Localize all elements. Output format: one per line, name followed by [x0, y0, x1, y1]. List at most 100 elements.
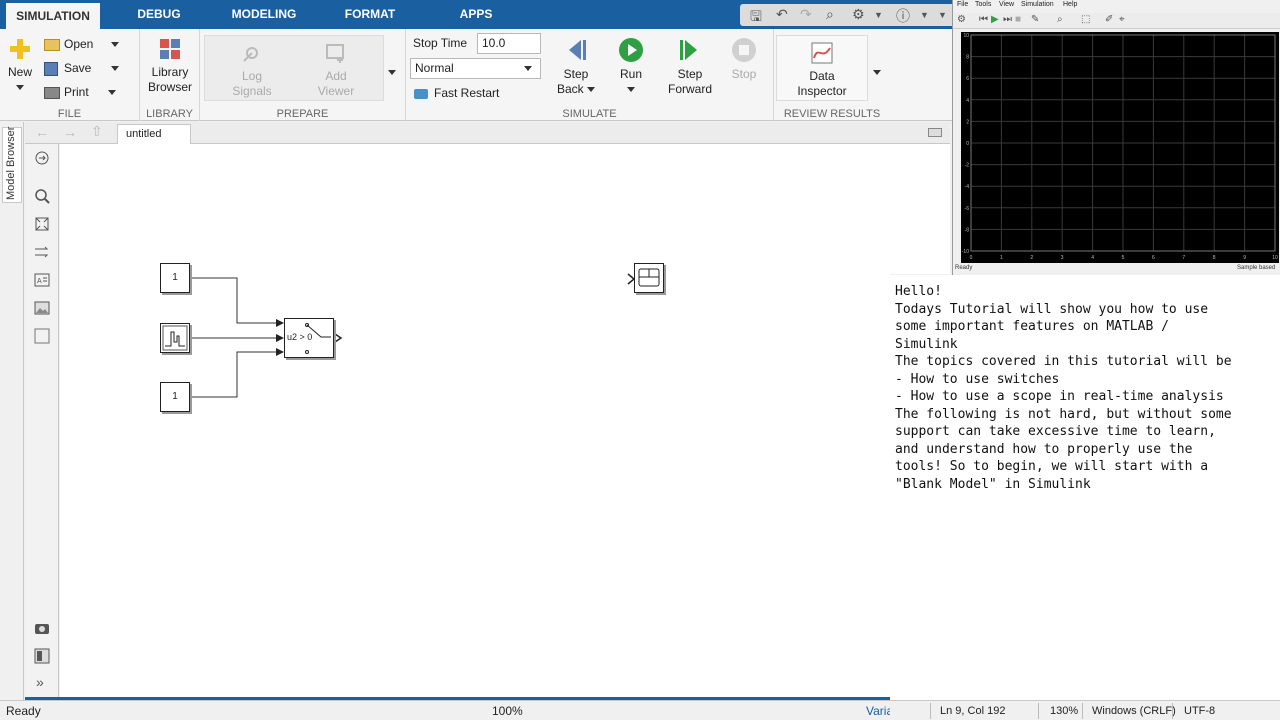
scope-x-tick: 10 [1272, 255, 1278, 261]
property-inspector-icon[interactable] [34, 648, 50, 664]
tab-modeling[interactable]: MODELING [226, 0, 302, 29]
expand-palette-icon[interactable]: » [36, 674, 44, 690]
scope-y-tick: -2 [965, 163, 970, 169]
settings-icon[interactable]: ⚙ [957, 14, 966, 25]
area-icon[interactable] [34, 328, 50, 344]
prepare-group: Log Signals Add Viewer PREPARE [200, 29, 406, 121]
constant-block-2[interactable]: 1 [160, 382, 190, 412]
step-forward-icon[interactable]: ⏭ [1003, 14, 1012, 25]
highlight-icon[interactable]: ✎ [1031, 14, 1039, 25]
add-viewer-button[interactable]: Add Viewer [306, 41, 366, 99]
step-forward-button[interactable]: Step Forward [662, 37, 718, 97]
tab-debug[interactable]: DEBUG [130, 0, 188, 29]
data-inspector-button[interactable]: Data Inspector [784, 41, 860, 99]
scope-menu-file[interactable]: File [957, 1, 968, 8]
search-icon[interactable]: ⌕ [826, 6, 834, 23]
quick-access-toolbar: 🖫 ↶ ↷ ⌕ ⚙ ▼ ⓘ ▼ ▼ [740, 4, 952, 26]
undo-icon[interactable]: ↶ [776, 6, 788, 23]
status-zoom: 100% [492, 704, 523, 718]
zoom-icon[interactable]: ⌕ [1057, 14, 1063, 25]
model-canvas-right[interactable] [890, 144, 950, 274]
folder-icon [44, 38, 60, 51]
note-line: The topics covered in this tutorial will… [895, 354, 1232, 369]
model-canvas[interactable] [60, 144, 890, 697]
forward-arrow-icon[interactable]: → [63, 124, 77, 140]
tab-simulation[interactable]: SIMULATION [6, 0, 100, 29]
simulation-mode-select[interactable]: Normal [410, 58, 541, 79]
hide-explorer-icon[interactable] [928, 128, 942, 137]
run-icon [619, 38, 643, 62]
back-arrow-icon[interactable]: ← [35, 124, 49, 140]
scope-menu-simulation[interactable]: Simulation [1021, 1, 1054, 8]
stop-icon [732, 38, 756, 62]
cursor-measure-icon[interactable]: ⌖ [1119, 14, 1125, 25]
scope-menu-tools[interactable]: Tools [975, 1, 991, 8]
note-line: some important features on MATLAB / [895, 319, 1169, 334]
scope-plot-area[interactable]: 10 8 6 4 2 0 -2 -4 -6 -8 -10 0 1 2 3 4 5 6 7 8 9 10 [961, 32, 1279, 263]
collapse-icon[interactable]: ▼ [938, 10, 947, 20]
new-button[interactable]: New [4, 37, 36, 95]
chevron-down-icon [524, 66, 532, 71]
divider [1038, 703, 1039, 719]
save-button[interactable]: Save [44, 59, 119, 77]
review-group-label: REVIEW RESULTS [783, 108, 881, 120]
chevron-down-icon [388, 70, 396, 76]
scope-y-tick: -10 [962, 249, 969, 255]
pin-icon[interactable]: ⚙ [852, 6, 865, 23]
scope-menu-view[interactable]: View [999, 1, 1014, 8]
triggers-icon[interactable]: ✐ [1105, 14, 1113, 25]
scope-y-tick: -6 [965, 206, 970, 212]
step-back-icon[interactable]: ⏮ [979, 14, 988, 25]
chevron-down-icon [587, 87, 596, 93]
zoom-icon[interactable] [34, 188, 50, 204]
help-icon[interactable]: ⓘ [896, 6, 910, 26]
scope-x-tick: 0 [970, 255, 973, 261]
prepare-expand-button[interactable] [388, 65, 396, 79]
hide-show-icon[interactable] [34, 150, 50, 166]
data-inspector-icon [811, 42, 833, 64]
simulink-statusbar: Ready 100% Varia [0, 700, 893, 720]
review-expand-button[interactable] [873, 65, 881, 79]
chevron-down-icon [110, 42, 119, 48]
stop-button[interactable]: Stop [724, 37, 764, 82]
run-button[interactable]: Run [608, 37, 654, 97]
screenshot-icon[interactable] [34, 620, 50, 636]
scope-x-tick: 1 [1000, 255, 1003, 261]
line-ending[interactable]: Windows (CRLF) [1092, 705, 1176, 717]
image-icon[interactable] [34, 300, 50, 316]
divider [1082, 703, 1083, 719]
log-signals-button[interactable]: Log Signals [222, 41, 282, 99]
switch-block[interactable]: u2 > 0 [284, 318, 334, 358]
tab-untitled[interactable]: untitled [117, 124, 191, 144]
autoscale-icon[interactable]: ⬚ [1081, 14, 1090, 25]
tab-apps[interactable]: APPS [454, 0, 498, 29]
scope-menu-help[interactable]: Help [1063, 1, 1077, 8]
printer-icon [44, 86, 60, 99]
model-browser-tab[interactable]: Model Browser [2, 127, 22, 203]
annotation-icon[interactable]: A [34, 272, 50, 288]
up-arrow-icon[interactable]: ⇧ [91, 123, 103, 140]
stop-time-input[interactable]: 10.0 [477, 33, 541, 54]
save-icon[interactable]: 🖫 [750, 6, 762, 30]
fast-restart-toggle[interactable]: Fast Restart [414, 84, 499, 102]
print-button[interactable]: Print [44, 83, 117, 101]
signal-builder-block[interactable] [160, 323, 190, 353]
open-button[interactable]: Open [44, 35, 119, 53]
constant-block-1[interactable]: 1 [160, 263, 190, 293]
redo-icon[interactable]: ↷ [800, 6, 812, 23]
library-browser-button[interactable]: Library Browser [144, 37, 196, 95]
chevron-down-icon[interactable]: ▼ [874, 10, 883, 20]
review-results-group: Data Inspector REVIEW RESULTS [774, 29, 890, 121]
app-root: SIMULATION DEBUG MODELING FORMAT APPS 🖫 … [0, 0, 1280, 720]
chevron-down-icon[interactable]: ▼ [920, 10, 929, 20]
simulate-group-label: SIMULATE [562, 108, 617, 120]
file-group: New Open Save Print FILE [0, 29, 140, 121]
route-lines-icon[interactable] [34, 244, 50, 260]
encoding[interactable]: UTF-8 [1184, 705, 1215, 717]
scope-block[interactable] [634, 263, 664, 293]
stop-icon[interactable]: ■ [1015, 14, 1021, 25]
fit-view-icon[interactable] [34, 216, 50, 232]
run-icon[interactable]: ▶ [991, 14, 999, 25]
tab-format[interactable]: FORMAT [340, 0, 400, 29]
step-back-button[interactable]: Step Back [548, 37, 604, 97]
